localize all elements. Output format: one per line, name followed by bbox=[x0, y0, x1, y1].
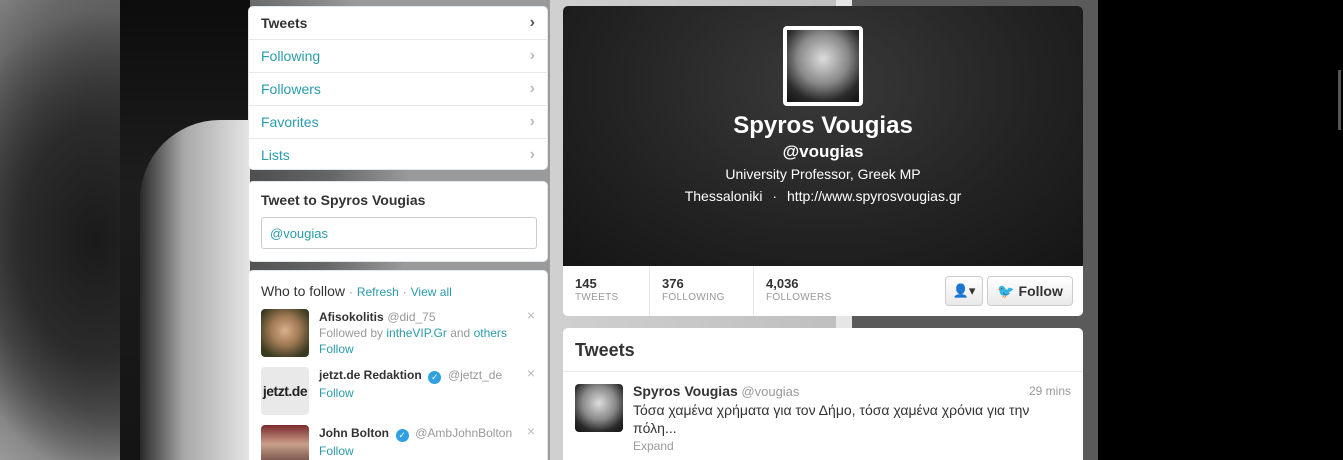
stat-following[interactable]: 376 FOLLOWING bbox=[650, 266, 754, 316]
follow-button-label: Follow bbox=[1018, 283, 1063, 299]
user-name[interactable]: jetzt.de Redaktion bbox=[319, 368, 422, 382]
follow-link[interactable]: Follow bbox=[319, 386, 535, 400]
timeline-title: Tweets bbox=[563, 328, 1083, 372]
chevron-right-icon: › bbox=[529, 146, 535, 163]
avatar[interactable]: jetzt.de bbox=[261, 367, 309, 415]
profile-location: Thessaloniki bbox=[684, 188, 763, 204]
stat-value: 4,036 bbox=[766, 276, 799, 291]
dismiss-icon[interactable]: × bbox=[527, 307, 535, 323]
profile-url-link[interactable]: http://www.spyrosvougias.gr bbox=[787, 188, 961, 204]
followed-by-prefix: Followed by bbox=[319, 326, 384, 340]
followed-by: Followed by intheVIP.Gr and others bbox=[319, 326, 535, 340]
profile-card: Spyros Vougias @vougias University Profe… bbox=[563, 6, 1083, 316]
stat-followers[interactable]: 4,036 FOLLOWERS bbox=[754, 266, 858, 316]
tweet[interactable]: Spyros Vougias @vougias 29 mins Τόσα χαμ… bbox=[563, 372, 1083, 453]
suggested-user: John Bolton ✓ @AmbJohnBolton Follow × bbox=[261, 423, 535, 460]
user-actions-button[interactable]: 👤▾ bbox=[945, 276, 983, 306]
nav-item-label: Tweets bbox=[261, 15, 308, 31]
stat-label: FOLLOWERS bbox=[766, 292, 832, 303]
tweet-to-title: Tweet to Spyros Vougias bbox=[261, 192, 426, 208]
refresh-link[interactable]: Refresh bbox=[357, 285, 399, 299]
twitter-bird-icon: 🐦 bbox=[997, 283, 1015, 299]
avatar-logo-text: jetzt.de bbox=[262, 383, 308, 399]
chevron-right-icon: › bbox=[529, 80, 535, 97]
tweet-text: Τόσα χαμένα χρήματα για τον Δήμο, τόσα χ… bbox=[633, 402, 1030, 436]
nav-item-tweets[interactable]: Tweets › bbox=[249, 7, 547, 40]
tweet-author-handle: @vougias bbox=[741, 384, 800, 399]
who-to-follow-title: Who to follow bbox=[261, 283, 346, 299]
profile-name: Spyros Vougias bbox=[733, 112, 913, 139]
scrollbar-thumb[interactable] bbox=[1338, 70, 1341, 130]
user-name[interactable]: Afisokolitis bbox=[319, 310, 384, 324]
nav-item-lists[interactable]: Lists › bbox=[249, 139, 547, 169]
user-handle: @AmbJohnBolton bbox=[415, 426, 513, 440]
person-dropdown-icon: 👤▾ bbox=[952, 283, 976, 298]
followed-by-and: and bbox=[450, 326, 471, 340]
followed-by-others-link[interactable]: others bbox=[474, 326, 507, 340]
profile-nav: Tweets › Following › Followers › Favorit… bbox=[248, 6, 548, 170]
dismiss-icon[interactable]: × bbox=[527, 365, 535, 381]
profile-stats: 145 TWEETS 376 FOLLOWING 4,036 FOLLOWERS… bbox=[563, 266, 1083, 316]
follow-button[interactable]: 🐦 Follow bbox=[987, 276, 1073, 306]
chevron-right-icon: › bbox=[529, 113, 535, 130]
avatar[interactable] bbox=[261, 425, 309, 460]
nav-item-label: Following bbox=[261, 48, 321, 64]
follow-link[interactable]: Follow bbox=[319, 444, 535, 458]
nav-item-label: Followers bbox=[261, 81, 321, 97]
chevron-right-icon: › bbox=[529, 14, 535, 31]
stat-label: TWEETS bbox=[575, 292, 619, 303]
profile-handle: @vougias bbox=[782, 142, 864, 161]
chevron-right-icon: › bbox=[529, 47, 535, 64]
user-handle: @jetzt_de bbox=[447, 368, 503, 382]
user-name[interactable]: John Bolton bbox=[319, 426, 389, 440]
suggested-user: Afisokolitis @did_75 Followed by intheVI… bbox=[261, 307, 535, 367]
separator: · bbox=[772, 188, 778, 204]
verified-badge-icon: ✓ bbox=[428, 371, 442, 384]
who-to-follow-header: Who to follow · Refresh · View all bbox=[261, 283, 535, 299]
profile-bio: University Professor, Greek MP bbox=[725, 166, 921, 182]
stat-label: FOLLOWING bbox=[662, 292, 725, 303]
separator: · bbox=[348, 285, 353, 299]
profile-avatar[interactable] bbox=[783, 26, 863, 106]
nav-item-followers[interactable]: Followers › bbox=[249, 73, 547, 106]
user-handle: @did_75 bbox=[387, 310, 436, 324]
tweet-timestamp[interactable]: 29 mins bbox=[1029, 384, 1071, 398]
expand-link[interactable]: Expand bbox=[633, 439, 1071, 453]
separator: · bbox=[402, 285, 407, 299]
background-photo-face bbox=[140, 120, 250, 460]
tweet-to-box: Tweet to Spyros Vougias @vougias bbox=[248, 181, 548, 262]
nav-item-favorites[interactable]: Favorites › bbox=[249, 106, 547, 139]
stat-value: 376 bbox=[662, 276, 684, 291]
verified-badge-icon: ✓ bbox=[395, 429, 409, 442]
who-to-follow: Who to follow · Refresh · View all Afiso… bbox=[248, 270, 548, 460]
stat-value: 145 bbox=[575, 276, 597, 291]
view-all-link[interactable]: View all bbox=[411, 285, 452, 299]
profile-header: Spyros Vougias @vougias University Profe… bbox=[563, 6, 1083, 266]
tweets-timeline: Tweets Spyros Vougias @vougias 29 mins Τ… bbox=[563, 328, 1083, 460]
avatar[interactable] bbox=[575, 384, 623, 432]
dismiss-icon[interactable]: × bbox=[527, 423, 535, 439]
follow-link[interactable]: Follow bbox=[319, 342, 535, 356]
stat-tweets[interactable]: 145 TWEETS bbox=[563, 266, 650, 316]
profile-location-line: Thessaloniki · http://www.spyrosvougias.… bbox=[563, 188, 1083, 204]
nav-item-label: Favorites bbox=[261, 114, 319, 130]
tweet-to-input[interactable]: @vougias bbox=[261, 217, 537, 249]
background-black-area bbox=[1098, 0, 1343, 460]
nav-item-label: Lists bbox=[261, 147, 290, 163]
tweet-author-name[interactable]: Spyros Vougias bbox=[633, 383, 738, 399]
followed-by-user-link[interactable]: intheVIP.Gr bbox=[386, 326, 446, 340]
avatar[interactable] bbox=[261, 309, 309, 357]
nav-item-following[interactable]: Following › bbox=[249, 40, 547, 73]
suggested-user: jetzt.de jetzt.de Redaktion ✓ @jetzt_de … bbox=[261, 365, 535, 425]
